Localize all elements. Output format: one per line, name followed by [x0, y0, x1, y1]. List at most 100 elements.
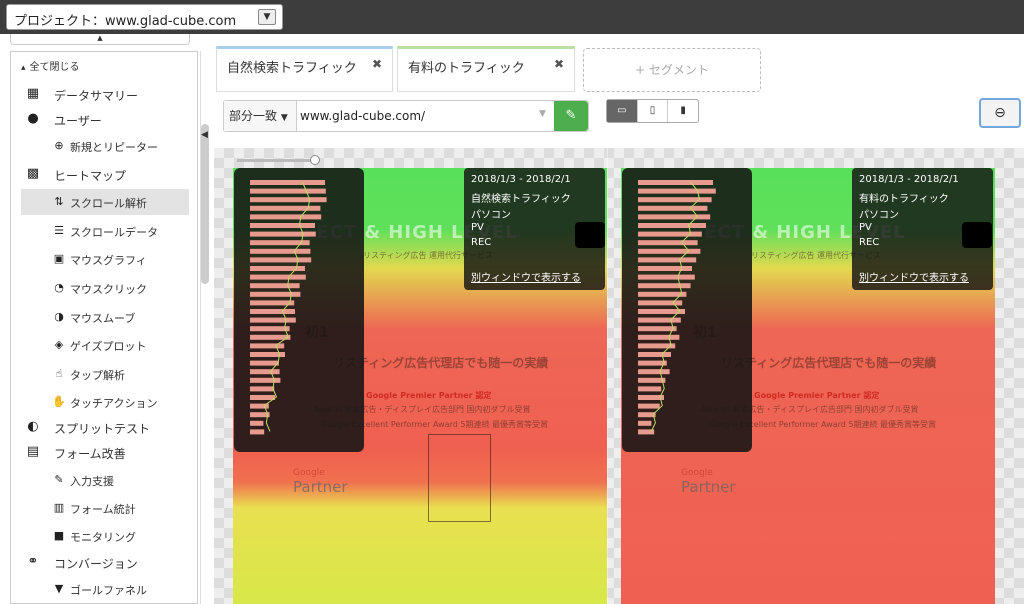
- url-filter: 部分一致 ▼ www.glad-cube.com/ ▼ ✎: [223, 100, 589, 132]
- sidebar-item-mouse-move[interactable]: ◑ マウスムーブ: [11, 304, 197, 330]
- scroll-bar: [250, 369, 280, 375]
- mobile-button[interactable]: ▮: [668, 100, 698, 122]
- sidebar-scrollbar-thumb[interactable]: [201, 124, 209, 284]
- close-icon[interactable]: ✖: [554, 57, 564, 71]
- sidebar-item-label: ユーザー: [54, 114, 102, 128]
- sidebar-item-user[interactable]: ● ユーザー: [11, 107, 197, 133]
- scroll-bar: [638, 223, 706, 228]
- page-premier: Google Premier Partner 認定: [754, 391, 880, 400]
- gaze-icon: ◈: [54, 338, 64, 351]
- sidebar-item-gaze-plot[interactable]: ◈ ゲイズプロット: [11, 332, 197, 358]
- tablet-icon: ▯: [649, 105, 656, 116]
- scroll-bar: [250, 223, 315, 228]
- sidebar-item-input-assist[interactable]: ✎ 入力支援: [11, 467, 197, 493]
- scroll-bar: [250, 180, 325, 185]
- sidebar-item-label: マウスクリック: [70, 283, 147, 296]
- collapse-all-link[interactable]: ▴ 全て閉じる: [21, 58, 80, 73]
- user-add-icon: ⊕: [54, 139, 64, 152]
- page-headline: リスティング広告代理店でも随一の実績: [333, 356, 549, 370]
- sidebar-item-scroll-data[interactable]: ☰ スクロールデータ: [11, 218, 197, 244]
- scroll-bar: [638, 334, 680, 340]
- scroll-bar: [638, 300, 683, 306]
- scroll-bar: [250, 360, 279, 366]
- edit-button[interactable]: ✎: [554, 101, 588, 131]
- sidebar-collapse-toggle[interactable]: ▲: [10, 34, 190, 45]
- scroll-bar: [250, 214, 322, 220]
- sidebar-item-scroll-analysis[interactable]: ⇅ スクロール解析: [21, 189, 189, 215]
- zoom-out-button[interactable]: ⊖: [979, 98, 1021, 128]
- close-icon[interactable]: ✖: [372, 57, 382, 71]
- scroll-bar: [638, 403, 660, 409]
- chevron-down-icon[interactable]: ▼: [258, 9, 276, 25]
- sidebar-item-label: マウスグラフィ: [70, 254, 147, 267]
- zoom-out-icon: ⊖: [994, 105, 1006, 121]
- scroll-bar: [250, 231, 316, 237]
- scroll-bar: [250, 343, 285, 349]
- sidebar-item-new-repeat[interactable]: ⊕ 新規とリピーター: [11, 133, 197, 159]
- sidebar-item-tap-analysis[interactable]: ☝ タップ解析: [11, 361, 197, 387]
- triangle-icon: ▴: [21, 63, 26, 73]
- monitor-icon: ■: [53, 529, 65, 542]
- sidebar-item-label: データサマリー: [54, 89, 139, 103]
- scroll-bar: [250, 377, 281, 383]
- tab-organic-traffic[interactable]: 自然検索トラフィック ✖: [216, 46, 393, 92]
- sidebar-item-split-test[interactable]: ◐ スプリットテスト: [11, 415, 197, 441]
- device-toggle-group: ▭ ▯ ▮: [606, 99, 699, 123]
- info-date: 2018/1/3 - 2018/2/1: [471, 174, 571, 185]
- scroll-bar: [638, 214, 711, 220]
- heatmap-icon: ▩: [26, 166, 40, 181]
- open-new-window-link[interactable]: 別ウィンドウで表示する: [471, 269, 581, 284]
- scroll-bar: [250, 317, 296, 323]
- open-new-window-link[interactable]: 別ウィンドウで表示する: [859, 269, 969, 284]
- user-icon: ●: [27, 111, 39, 126]
- sidebar-item-touch-action[interactable]: ✋ タッチアクション: [11, 389, 197, 415]
- collapse-all-label: 全て閉じる: [29, 62, 80, 73]
- sidebar-item-conversion[interactable]: ⚭ コンバージョン: [11, 550, 197, 576]
- scroll-bar: [250, 386, 275, 392]
- sidebar-item-mouse-graph[interactable]: ▣ マウスグラフィ: [11, 246, 197, 272]
- mobile-icon: ▮: [680, 105, 686, 116]
- form-icon: ▤: [26, 444, 40, 459]
- sidebar: ▲ ▴ 全て閉じる ▦ データサマリー ● ユーザー ⊕ 新規とリピーター ▩ ヒートマッ…: [0, 34, 212, 604]
- scroll-bar: [250, 412, 270, 418]
- scroll-bar: [638, 180, 713, 185]
- building-icon: ▦: [26, 86, 40, 101]
- slider-knob[interactable]: [310, 155, 320, 165]
- tab-paid-traffic[interactable]: 有料のトラフィック ✖: [397, 46, 575, 92]
- partner-brand: Google: [681, 468, 713, 478]
- sidebar-item-mouse-click[interactable]: ◔ マウスクリック: [11, 275, 197, 301]
- scroll-bar: [250, 248, 311, 254]
- sidebar-item-heatmap[interactable]: ▩ ヒートマップ: [11, 162, 197, 188]
- url-input[interactable]: www.glad-cube.com/: [300, 109, 425, 123]
- info-metric-rec: REC: [859, 237, 880, 248]
- scroll-bar: [250, 326, 290, 332]
- funnel-icon: ▼: [54, 582, 64, 595]
- add-segment-button[interactable]: + セグメント: [583, 48, 761, 92]
- scroll-bar: [638, 266, 692, 271]
- scroll-rate-chart: [234, 168, 364, 452]
- partner-word: Partner: [681, 478, 736, 496]
- sidebar-item-form[interactable]: ▤ フォーム改善: [11, 440, 197, 466]
- match-mode-select[interactable]: 部分一致 ▼: [224, 101, 297, 131]
- sidebar-item-data-summary[interactable]: ▦ データサマリー: [11, 82, 197, 108]
- info-segment: 有料のトラフィック: [859, 194, 949, 205]
- overlay-toggle[interactable]: [575, 222, 605, 248]
- opacity-slider[interactable]: [237, 155, 320, 165]
- sidebar-toggle-arrow[interactable]: ◀: [201, 130, 208, 140]
- award-frame: [428, 434, 491, 522]
- sidebar-item-form-stats[interactable]: ▥ フォーム統計: [11, 495, 197, 521]
- page-premier: Google Premier Partner 認定: [366, 391, 492, 400]
- scroll-bar: [250, 420, 264, 426]
- sidebar-item-label: スクロール解析: [70, 197, 147, 210]
- project-selector[interactable]: プロジェクト：www.glad-cube.com ▼: [6, 4, 283, 30]
- sidebar-item-label: 新規とリピーター: [70, 141, 158, 154]
- desktop-button[interactable]: ▭: [607, 100, 638, 122]
- scroll-bar: [638, 343, 676, 349]
- scroll-bar: [638, 377, 666, 383]
- tablet-button[interactable]: ▯: [638, 100, 669, 122]
- chevron-down-icon[interactable]: ▼: [539, 109, 546, 119]
- overlay-toggle[interactable]: [962, 222, 992, 248]
- sidebar-item-goal-funnel[interactable]: ▼ ゴールファネル: [11, 576, 197, 602]
- scroll-bar: [638, 231, 702, 237]
- sidebar-item-monitoring[interactable]: ■ モニタリング: [11, 523, 197, 549]
